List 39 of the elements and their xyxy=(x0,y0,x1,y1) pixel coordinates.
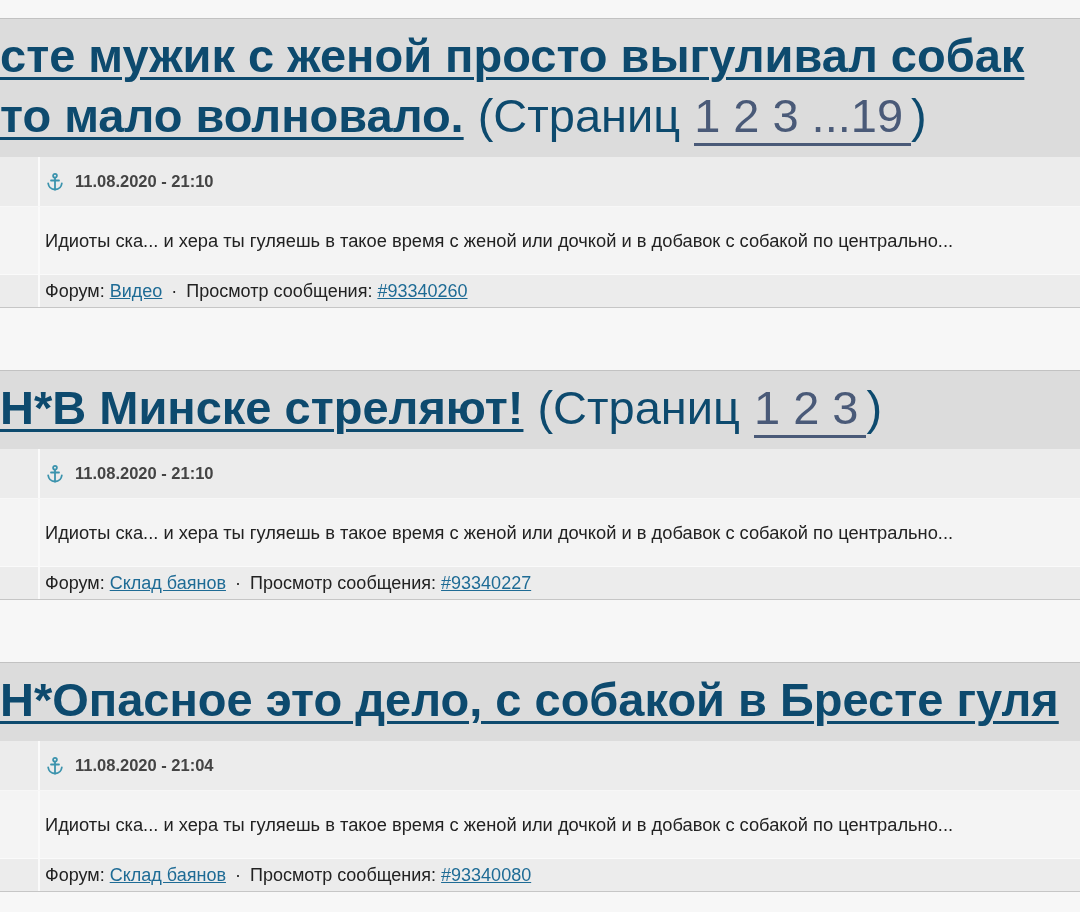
page-link[interactable]: 1 xyxy=(694,92,734,146)
forum-link[interactable]: Склад баянов xyxy=(109,864,226,886)
forum-label: Форум: xyxy=(45,280,105,302)
page-link[interactable]: ...19 xyxy=(811,92,912,146)
pages-label: (Страниц xyxy=(537,381,740,434)
post-excerpt: Идиоты ска... и хера ты гуляешь в такое время с женой или дочкой и в добавок с собакой по центрально... xyxy=(45,813,954,836)
forum-label: Форум: xyxy=(45,864,105,886)
title-link[interactable]: Н*В Минске стреляют! xyxy=(0,381,524,434)
title-link[interactable]: сте мужик с женой просто выгуливал собак xyxy=(0,29,1025,82)
closing-parenthesis: ) xyxy=(866,381,883,434)
forum-link[interactable]: Склад баянов xyxy=(109,572,226,594)
post-date: 11.08.2020 - 21:10 xyxy=(75,172,214,191)
post-link[interactable]: #93340080 xyxy=(441,864,532,886)
post-link[interactable]: #93340260 xyxy=(377,280,468,302)
separator-dot: · xyxy=(234,864,241,886)
post-excerpt: Идиоты ска... и хера ты гуляешь в такое время с женой или дочкой и в добавок с собакой по центрально... xyxy=(45,521,954,544)
page-link[interactable]: 3 xyxy=(832,384,867,438)
page-link[interactable]: 3 xyxy=(772,92,812,146)
view-post-label: Просмотр сообщения: xyxy=(186,280,373,302)
post-link[interactable]: #93340227 xyxy=(441,572,532,594)
post-excerpt: Идиоты ска... и хера ты гуляешь в такое время с женой или дочкой и в добавок с собакой по центрально... xyxy=(45,229,954,252)
anchor-icon[interactable] xyxy=(47,172,63,191)
forum-link[interactable]: Видео xyxy=(109,280,163,302)
anchor-icon[interactable] xyxy=(47,756,63,775)
page-link[interactable]: 2 xyxy=(733,92,773,146)
separator-dot: · xyxy=(171,280,178,302)
post-date: 11.08.2020 - 21:04 xyxy=(75,756,214,775)
post-date: 11.08.2020 - 21:10 xyxy=(75,464,214,483)
view-post-label: Просмотр сообщения: xyxy=(249,864,437,886)
title-link[interactable]: то мало волновало. xyxy=(0,89,464,142)
pages-label: (Страниц xyxy=(477,89,681,142)
view-post-label: Просмотр сообщения: xyxy=(249,572,437,594)
anchor-icon[interactable] xyxy=(47,464,63,483)
page-link[interactable]: 2 xyxy=(793,384,833,438)
page-link[interactable]: 1 xyxy=(754,384,794,438)
closing-parenthesis: ) xyxy=(911,89,927,142)
title-link[interactable]: Н*Опасное это дело, с собакой в Бресте гуля xyxy=(0,673,1059,726)
forum-label: Форум: xyxy=(45,572,105,594)
separator-dot: · xyxy=(234,572,241,594)
